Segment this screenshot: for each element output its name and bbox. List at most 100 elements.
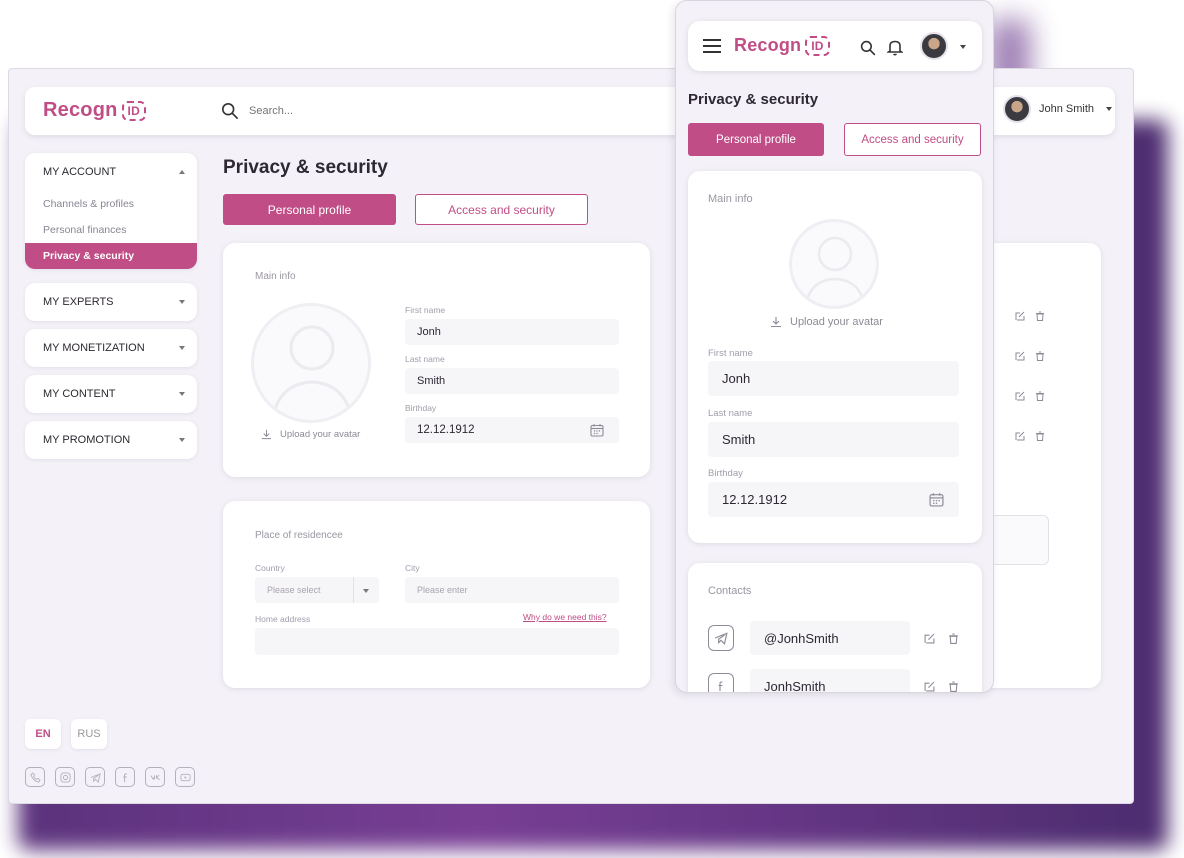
- edit-icon[interactable]: [1015, 351, 1025, 361]
- sidebar-group-my-promotion[interactable]: MY PROMOTION: [25, 421, 197, 459]
- birthday-label: Birthday: [708, 468, 743, 479]
- contact-telegram-field[interactable]: @JonhSmith: [750, 621, 910, 655]
- chevron-down-icon: [179, 392, 185, 396]
- sidebar-item-privacy-security[interactable]: Privacy & security: [25, 243, 197, 269]
- birthday-field[interactable]: 12.12.1912: [405, 417, 619, 443]
- main-info-card: Main info Upload your avatar First name …: [688, 171, 982, 543]
- upload-avatar-button[interactable]: Upload your avatar: [770, 316, 883, 328]
- hamburger-menu-icon[interactable]: [702, 38, 722, 54]
- facebook-icon: [708, 673, 734, 692]
- brand-badge: ID: [121, 100, 146, 121]
- main-info-card: Main info Upload your avatar First name …: [223, 243, 650, 477]
- edit-icon[interactable]: [1015, 431, 1025, 441]
- home-address-input[interactable]: [255, 628, 619, 655]
- trash-icon[interactable]: [1035, 311, 1045, 321]
- card-title: Main info: [255, 271, 296, 282]
- last-name-label: Last name: [708, 408, 753, 419]
- sidebar-group-toggle[interactable]: MY ACCOUNT: [25, 153, 197, 191]
- bell-icon[interactable]: [887, 39, 903, 56]
- telegram-icon[interactable]: [85, 767, 105, 787]
- vk-icon[interactable]: [145, 767, 165, 787]
- card-title: Main info: [708, 193, 753, 205]
- sidebar-group-my-experts[interactable]: MY EXPERTS: [25, 283, 197, 321]
- avatar[interactable]: [920, 32, 948, 60]
- chevron-down-icon: [179, 438, 185, 442]
- first-name-label: First name: [708, 348, 753, 359]
- chevron-down-icon: [1106, 107, 1113, 111]
- sidebar-group-label: MY EXPERTS: [43, 296, 114, 308]
- upload-label: Upload your avatar: [790, 316, 883, 328]
- edit-icon[interactable]: [924, 633, 935, 644]
- row-actions: [1015, 311, 1045, 321]
- sidebar-item-channels-profiles[interactable]: Channels & profiles: [25, 191, 197, 217]
- first-name-field[interactable]: Jonh: [708, 361, 959, 396]
- first-name-label: First name: [405, 305, 446, 315]
- edit-icon[interactable]: [1015, 311, 1025, 321]
- language-switcher: EN RUS: [25, 719, 117, 749]
- country-select[interactable]: Please select: [255, 577, 379, 603]
- calendar-icon[interactable]: [590, 423, 604, 437]
- residence-card: Place of residencee Country Please selec…: [223, 501, 650, 688]
- contacts-card: Contacts @JonhSmith JonhSmith: [688, 563, 982, 692]
- last-name-field[interactable]: Smith: [708, 422, 959, 457]
- row-actions: [1015, 351, 1045, 361]
- brand-logo[interactable]: Recogn ID: [43, 99, 146, 122]
- facebook-icon[interactable]: [115, 767, 135, 787]
- sidebar: MY ACCOUNT Channels & profiles Personal …: [25, 153, 197, 467]
- avatar-placeholder[interactable]: [251, 303, 371, 423]
- why-we-need-link[interactable]: Why do we need this?: [523, 612, 607, 622]
- download-icon: [261, 429, 272, 440]
- language-rus-button[interactable]: RUS: [71, 719, 107, 749]
- trash-icon[interactable]: [1035, 431, 1045, 441]
- trash-icon[interactable]: [948, 633, 959, 644]
- tab-access-security[interactable]: Access and security: [844, 123, 981, 156]
- upload-avatar-button[interactable]: Upload your avatar: [261, 429, 360, 440]
- select-divider: [353, 577, 354, 603]
- search-icon[interactable]: [221, 102, 239, 120]
- user-silhouette-icon: [804, 236, 866, 306]
- instagram-icon[interactable]: [55, 767, 75, 787]
- sidebar-group-my-monetization[interactable]: MY MONETIZATION: [25, 329, 197, 367]
- sidebar-item-personal-finances[interactable]: Personal finances: [25, 217, 197, 243]
- chevron-up-icon: [179, 170, 185, 174]
- brand-name: Recogn: [43, 99, 118, 121]
- brand-name: Recogn: [734, 35, 802, 55]
- brand-logo[interactable]: Recogn ID: [734, 35, 830, 56]
- telegram-icon: [708, 625, 734, 651]
- tab-personal-profile[interactable]: Personal profile: [223, 194, 396, 225]
- edit-icon[interactable]: [924, 681, 935, 692]
- trash-icon[interactable]: [1035, 351, 1045, 361]
- phone-icon[interactable]: [25, 767, 45, 787]
- sidebar-group-my-content[interactable]: MY CONTENT: [25, 375, 197, 413]
- sidebar-group-label: MY PROMOTION: [43, 434, 131, 446]
- page-title: Privacy & security: [223, 157, 388, 178]
- city-label: City: [405, 563, 420, 573]
- brand-badge: ID: [805, 35, 830, 56]
- user-silhouette-icon: [271, 325, 353, 420]
- calendar-icon[interactable]: [929, 492, 944, 507]
- chevron-down-icon: [363, 589, 369, 593]
- last-name-label: Last name: [405, 354, 445, 364]
- last-name-field[interactable]: Smith: [405, 368, 619, 394]
- tab-personal-profile[interactable]: Personal profile: [688, 123, 824, 156]
- avatar-placeholder[interactable]: [789, 219, 879, 309]
- trash-icon[interactable]: [1035, 391, 1045, 401]
- youtube-icon[interactable]: [175, 767, 195, 787]
- avatar: [1003, 95, 1031, 123]
- mobile-window: Recogn ID Privacy & security Personal pr…: [675, 0, 994, 693]
- search-icon[interactable]: [860, 40, 876, 56]
- city-input[interactable]: Please enter: [405, 577, 619, 603]
- birthday-field[interactable]: 12.12.1912: [708, 482, 959, 517]
- tab-access-security[interactable]: Access and security: [415, 194, 588, 225]
- search-input[interactable]: [249, 105, 489, 117]
- country-placeholder: Please select: [267, 585, 321, 595]
- language-en-button[interactable]: EN: [25, 719, 61, 749]
- edit-icon[interactable]: [1015, 391, 1025, 401]
- trash-icon[interactable]: [948, 681, 959, 692]
- mobile-top-bar: Recogn ID: [688, 21, 982, 71]
- user-menu[interactable]: John Smith: [1003, 95, 1113, 123]
- chevron-down-icon[interactable]: [960, 45, 966, 49]
- contact-facebook-field[interactable]: JonhSmith: [750, 669, 910, 692]
- page-title: Privacy & security: [688, 91, 819, 108]
- first-name-field[interactable]: Jonh: [405, 319, 619, 345]
